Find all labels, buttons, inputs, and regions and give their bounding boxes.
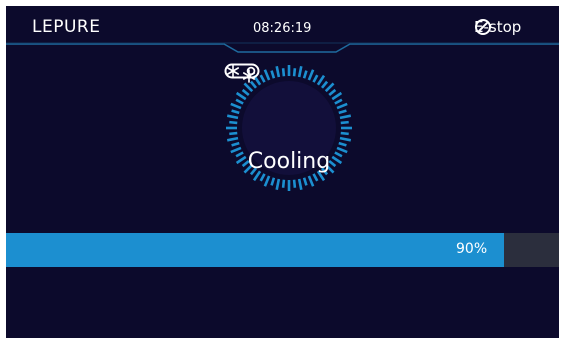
- dial-tick: [297, 65, 303, 78]
- estop-button[interactable]: E-stop: [474, 18, 521, 36]
- dial-tick: [324, 82, 335, 93]
- status-label: Cooling: [247, 149, 331, 174]
- dial-tick: [340, 120, 349, 125]
- dial-tick: [281, 68, 286, 77]
- dial-tick: [275, 65, 281, 78]
- dial-tick: [292, 179, 297, 188]
- dial-tick: [230, 102, 242, 110]
- dial-tick: [320, 80, 329, 89]
- dial-tick: [235, 91, 247, 101]
- toggle-icon: [224, 63, 260, 79]
- dial-tick: [226, 114, 239, 120]
- prohibit-icon: [475, 19, 491, 35]
- dial-tick: [336, 102, 348, 110]
- dial-tick: [331, 91, 343, 101]
- dial-tick: [312, 173, 319, 182]
- dial-tick: [307, 69, 315, 81]
- progress-label: 90%: [456, 241, 488, 257]
- dial-tick: [275, 178, 281, 191]
- dial-tick: [259, 74, 266, 83]
- dial-tick: [297, 178, 303, 191]
- dial-tick: [235, 98, 244, 105]
- dial-tick: [229, 120, 238, 125]
- progress-bar: 90%: [6, 233, 559, 267]
- brand-logo: LEPURE: [32, 17, 101, 37]
- dial-tick: [334, 98, 343, 105]
- dial-tick: [281, 179, 286, 188]
- dial-tick: [338, 109, 347, 115]
- dial-tick: [339, 114, 352, 120]
- dial-tick: [339, 136, 352, 142]
- dial-tick: [316, 74, 326, 86]
- dial-tick: [263, 69, 271, 81]
- clock: 08:26:19: [253, 21, 312, 36]
- dial-tick: [270, 177, 276, 186]
- dial-tick: [231, 141, 240, 147]
- dial-tick: [229, 131, 238, 136]
- cooling-dial: Cooling: [224, 63, 354, 193]
- dial-tick: [328, 88, 337, 97]
- dial-tick: [241, 88, 250, 97]
- dial-tick: [338, 141, 347, 147]
- dial-tick: [340, 131, 349, 136]
- header-bar: LEPURE 08:26:19 E-stop: [6, 6, 559, 54]
- progress-fill: [6, 233, 504, 267]
- dial-tick: [302, 70, 308, 79]
- dial-tick: [226, 136, 239, 142]
- dial-tick: [270, 70, 276, 79]
- dial-tick: [302, 177, 308, 186]
- dial-tick: [292, 68, 297, 77]
- screen: LEPURE 08:26:19 E-stop Cooling 90%: [6, 6, 559, 338]
- dial-tick: [263, 175, 271, 187]
- dial-tick: [312, 74, 319, 83]
- dial-tick: [307, 175, 315, 187]
- dial-tick: [231, 109, 240, 115]
- dial-tick: [259, 173, 266, 182]
